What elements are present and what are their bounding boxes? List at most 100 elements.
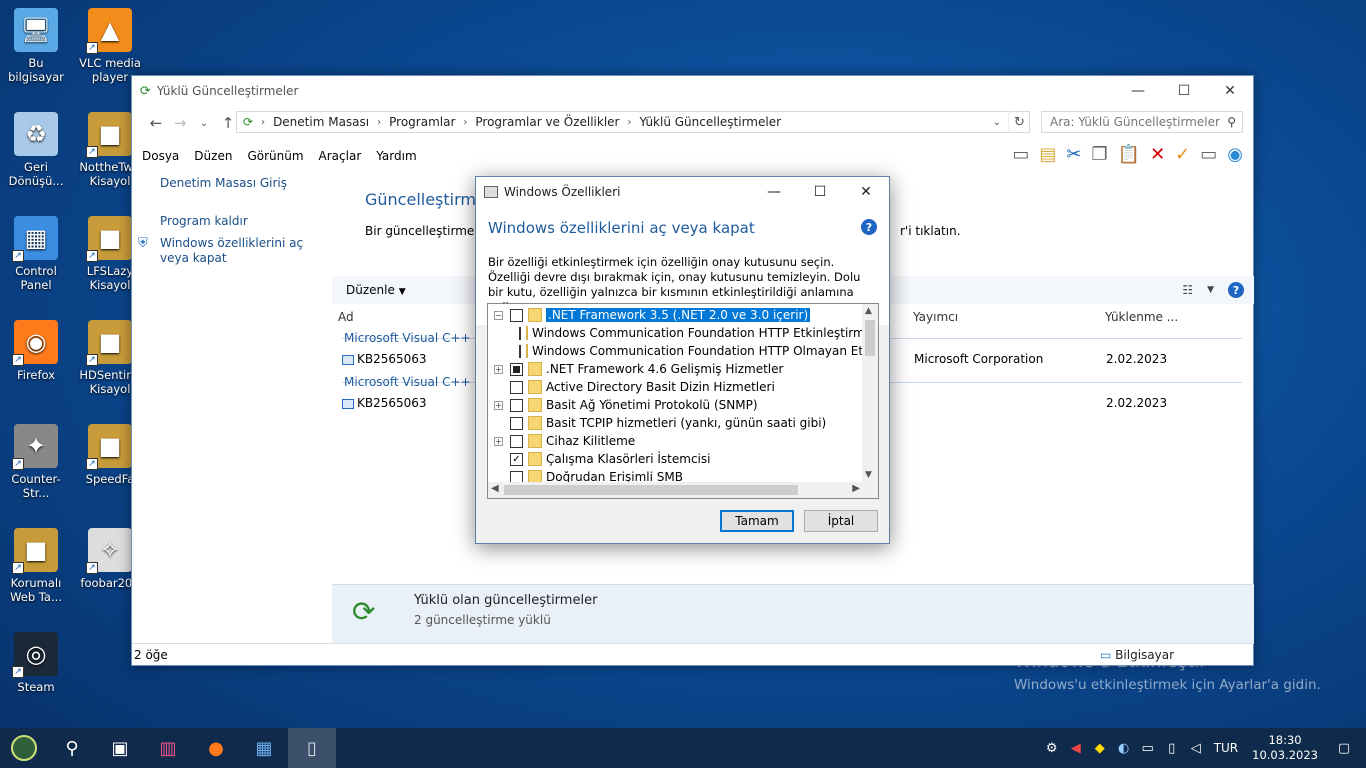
back-button[interactable]: ← xyxy=(144,114,168,132)
maximize-button[interactable]: ☐ xyxy=(1161,76,1207,106)
help-icon[interactable]: ? xyxy=(861,219,877,235)
taskbar-app-control-panel[interactable]: ▦ xyxy=(240,728,288,768)
refresh-button[interactable]: ↻ xyxy=(1008,111,1030,133)
taskbar-app-notepad[interactable]: ▥ xyxy=(144,728,192,768)
feature-row[interactable]: + Cihaz Kilitleme xyxy=(488,432,863,450)
desktop-icon[interactable]: ♻ Geri Dönüşü... xyxy=(0,112,72,188)
cancel-button[interactable]: İptal xyxy=(804,510,878,532)
taskbar-app-firefox[interactable]: ● xyxy=(192,728,240,768)
breadcrumb-programs-features[interactable]: Programlar ve Özellikler xyxy=(475,115,619,129)
desktop-icon[interactable]: ✦ ↗ Counter-Str... xyxy=(0,424,72,500)
desktop-icon[interactable]: ◎ ↗ Steam xyxy=(0,632,72,694)
feature-row[interactable]: Active Directory Basit Dizin Hizmetleri xyxy=(488,378,863,396)
menu-file[interactable]: Dosya xyxy=(142,149,179,163)
scroll-up-icon[interactable]: ▲ xyxy=(865,306,872,316)
collapse-icon[interactable]: − xyxy=(494,310,503,320)
view-options-icon[interactable]: ☷ xyxy=(1182,283,1193,297)
breadcrumb-installed-updates[interactable]: Yüklü Güncelleştirmeler xyxy=(639,115,781,129)
speaker-icon[interactable]: ◁ xyxy=(1184,741,1208,756)
copy-icon[interactable]: ❐ xyxy=(1092,144,1108,165)
scroll-down-icon[interactable]: ▼ xyxy=(865,470,872,480)
shell-icon[interactable]: ◉ xyxy=(1227,144,1243,165)
scroll-right-icon[interactable]: ▶ xyxy=(852,483,860,494)
cut-icon[interactable]: ✂ xyxy=(1066,144,1081,165)
feature-row[interactable]: Windows Communication Foundation HTTP Et… xyxy=(488,324,863,342)
dialog-minimize-button[interactable]: — xyxy=(751,177,797,207)
notifications-icon[interactable]: ▢ xyxy=(1332,741,1356,756)
checkmark-icon[interactable]: ✓ xyxy=(1175,144,1190,165)
expand-icon[interactable]: + xyxy=(494,436,503,446)
feature-checkbox[interactable] xyxy=(510,434,523,448)
menu-tools[interactable]: Araçlar xyxy=(319,149,362,163)
scroll-left-icon[interactable]: ◀ xyxy=(491,483,499,494)
menu-edit[interactable]: Düzen xyxy=(194,149,232,163)
feature-checkbox[interactable] xyxy=(510,362,523,376)
folder-options-icon[interactable]: ▤ xyxy=(1039,144,1056,165)
menu-view[interactable]: Görünüm xyxy=(247,149,303,163)
expand-icon[interactable]: + xyxy=(494,400,503,410)
scroll-thumb[interactable] xyxy=(865,320,875,356)
minimize-button[interactable]: — xyxy=(1115,76,1161,106)
close-button[interactable]: ✕ xyxy=(1207,76,1253,106)
feature-row[interactable]: Windows Communication Foundation HTTP Ol… xyxy=(488,342,863,360)
task-view-button[interactable]: ▣ xyxy=(96,728,144,768)
expand-icon[interactable]: + xyxy=(494,364,503,374)
column-header-publisher[interactable]: Yayımcı xyxy=(913,306,958,328)
table-row[interactable]: KB2565063 xyxy=(342,396,427,410)
language-indicator[interactable]: TUR xyxy=(1214,741,1238,755)
volume-warning-icon[interactable]: ◀ xyxy=(1064,741,1088,756)
feature-checkbox[interactable] xyxy=(510,380,523,394)
taskbar-app-features[interactable]: ▯ xyxy=(288,728,336,768)
feature-row[interactable]: + .NET Framework 4.6 Gelişmiş Hizmetler xyxy=(488,360,863,378)
start-button[interactable] xyxy=(0,728,48,768)
search-icon[interactable]: ⚲ xyxy=(1227,115,1236,129)
feature-row[interactable]: ✓ Çalışma Klasörleri İstemcisi xyxy=(488,450,863,468)
feature-checkbox[interactable] xyxy=(510,308,523,322)
uninstall-program-link[interactable]: Program kaldır xyxy=(160,214,332,228)
scroll-thumb[interactable] xyxy=(504,485,798,495)
security-icon[interactable]: ◆ xyxy=(1088,741,1112,756)
feature-checkbox[interactable] xyxy=(519,344,521,358)
help-icon[interactable]: ? xyxy=(1228,282,1244,298)
forward-button[interactable]: → xyxy=(168,114,192,132)
desktop-icon[interactable]: ■ ↗ Korumalı Web Ta... xyxy=(0,528,72,604)
search-input[interactable]: Ara: Yüklü Güncelleştirmeler ⚲ xyxy=(1041,111,1243,133)
menu-help[interactable]: Yardım xyxy=(376,149,416,163)
properties-icon[interactable]: ▭ xyxy=(1200,144,1217,165)
organize-button[interactable]: Düzenle ▼ xyxy=(346,283,406,297)
dialog-close-button[interactable]: ✕ xyxy=(843,177,889,207)
horizontal-scrollbar[interactable]: ◀ ▶ xyxy=(488,482,878,498)
feature-row[interactable]: − .NET Framework 3.5 (.NET 2.0 ve 3.0 içe… xyxy=(488,306,863,324)
column-header-name[interactable]: Ad xyxy=(338,306,354,328)
feature-checkbox[interactable] xyxy=(510,398,523,412)
features-tree[interactable]: − .NET Framework 3.5 (.NET 2.0 ve 3.0 içe… xyxy=(487,303,879,499)
power-icon[interactable]: ▭ xyxy=(1136,741,1160,756)
address-bar[interactable]: ⟳ › Denetim Masası › Programlar › Progra… xyxy=(236,111,1030,133)
column-header-installed-on[interactable]: Yüklenme ... xyxy=(1105,306,1178,328)
chevron-down-icon[interactable]: ⌄ xyxy=(993,117,1001,128)
desktop-icon[interactable]: ▦ ↗ Control Panel xyxy=(0,216,72,292)
vertical-scrollbar[interactable]: ▲ ▼ xyxy=(862,304,878,482)
ok-button[interactable]: Tamam xyxy=(720,510,794,532)
weather-icon[interactable]: ◐ xyxy=(1112,741,1136,756)
network-icon[interactable]: ▯ xyxy=(1160,741,1184,756)
recent-locations-button[interactable]: ⌄ xyxy=(192,118,216,129)
windows-features-link[interactable]: Windows özelliklerini aç veya kapat xyxy=(160,236,320,266)
feature-row[interactable]: + Basit Ağ Yönetimi Protokolü (SNMP) xyxy=(488,396,863,414)
search-taskbar-button[interactable]: ⚲ xyxy=(48,728,96,768)
desktop-icon[interactable]: 🖥 Bu bilgisayar xyxy=(0,8,72,84)
steam-tray-icon[interactable]: ⚙ xyxy=(1040,741,1064,756)
preview-pane-icon[interactable]: ▭ xyxy=(1012,144,1029,165)
feature-row[interactable]: Basit TCPIP hizmetleri (yankı, günün saa… xyxy=(488,414,863,432)
control-panel-home-link[interactable]: Denetim Masası Giriş xyxy=(160,176,332,190)
breadcrumb-programs[interactable]: Programlar xyxy=(389,115,455,129)
feature-checkbox[interactable]: ✓ xyxy=(510,452,523,466)
feature-checkbox[interactable] xyxy=(519,326,521,340)
clock[interactable]: 18:30 10.03.2023 xyxy=(1252,733,1318,763)
desktop-icon[interactable]: ◉ ↗ Firefox xyxy=(0,320,72,382)
chevron-down-icon[interactable]: ▼ xyxy=(1207,285,1214,295)
dialog-maximize-button[interactable]: ☐ xyxy=(797,177,843,207)
table-row[interactable]: KB2565063 xyxy=(342,352,427,366)
breadcrumb-control-panel[interactable]: Denetim Masası xyxy=(273,115,369,129)
paste-icon[interactable]: 📋 xyxy=(1118,144,1140,165)
